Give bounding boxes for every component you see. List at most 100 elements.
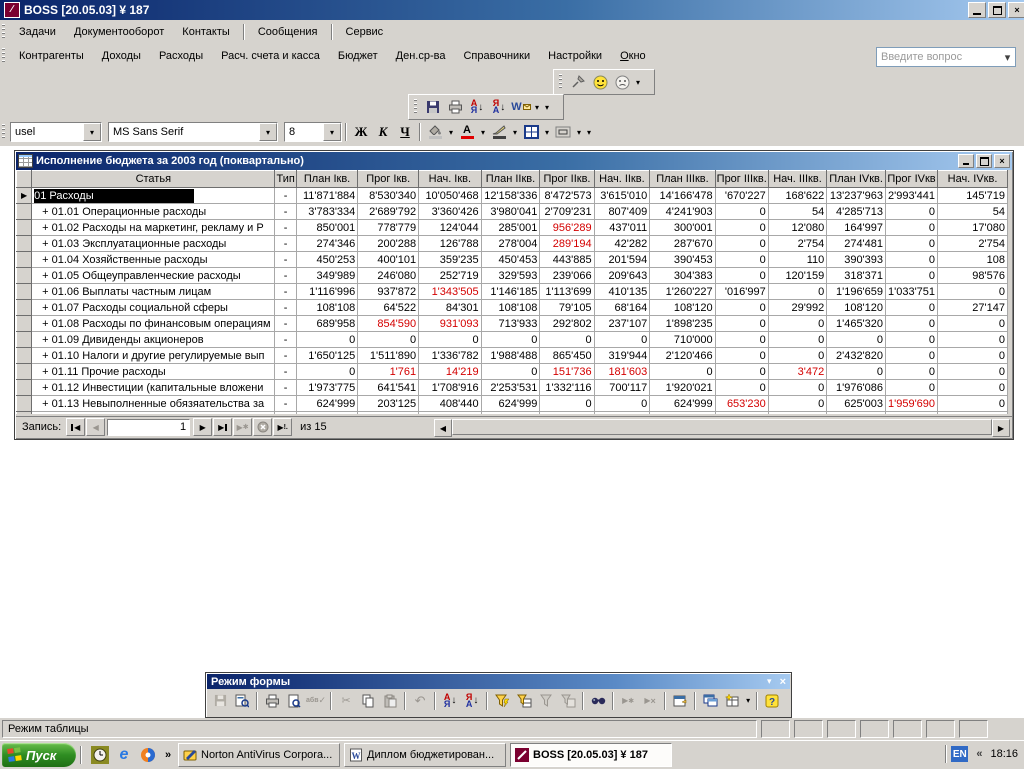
column-header[interactable]: Прог IIIкв.	[715, 171, 768, 188]
cell-value[interactable]: 0	[715, 268, 768, 284]
cell-value[interactable]: 54	[938, 204, 1008, 220]
print-icon[interactable]	[445, 97, 465, 117]
cell-value[interactable]: 2'993'441	[886, 188, 938, 204]
cell-value[interactable]: 3'980'041	[481, 204, 540, 220]
line-color-button[interactable]	[489, 122, 509, 142]
cell-value[interactable]: 713'933	[481, 316, 540, 332]
cell-value[interactable]: 0	[886, 316, 938, 332]
cell-type[interactable]: -	[275, 204, 296, 220]
cell-value[interactable]: 0	[886, 300, 938, 316]
row-selector[interactable]	[17, 236, 32, 252]
cell-value[interactable]: 0	[715, 236, 768, 252]
row-selector[interactable]	[17, 364, 32, 380]
cancel-record-icon[interactable]	[253, 418, 272, 436]
cell-statya[interactable]: + 01.11 Прочие расходы	[32, 364, 275, 380]
cell-value[interactable]: 0	[481, 332, 540, 348]
column-header[interactable]: Прог IIкв.	[540, 171, 594, 188]
cell-value[interactable]: 0	[886, 220, 938, 236]
cell-type[interactable]: -	[275, 332, 296, 348]
cell-value[interactable]: 2'754	[938, 236, 1008, 252]
cell-value[interactable]: 181'603	[594, 364, 650, 380]
cell-type[interactable]: -	[275, 396, 296, 412]
cell-value[interactable]: 1'973'775	[296, 380, 358, 396]
cell-statya[interactable]: + 01.01 Операционные расходы	[32, 204, 275, 220]
goto-record-button[interactable]: ▶!.	[273, 418, 292, 436]
form-maximize-button[interactable]	[976, 154, 992, 168]
quicklaunch-clock-icon[interactable]	[90, 745, 110, 765]
cell-value[interactable]: 0	[715, 204, 768, 220]
cell-value[interactable]: 0	[938, 316, 1008, 332]
cell-value[interactable]: 624'999	[296, 396, 358, 412]
cell-value[interactable]: 246'080	[358, 268, 419, 284]
cell-value[interactable]: 126'788	[419, 236, 481, 252]
cell-value[interactable]: 0	[938, 364, 1008, 380]
cell-value[interactable]: 110	[768, 252, 827, 268]
column-header[interactable]: План IIIкв.	[650, 171, 715, 188]
cell-value[interactable]: 700'117	[594, 380, 650, 396]
cell-value[interactable]: 641'541	[358, 380, 419, 396]
taskbar-task-norton[interactable]: Norton AntiVirus Corpora...	[178, 743, 340, 767]
form-minimize-button[interactable]	[958, 154, 974, 168]
cell-value[interactable]: 278'004	[481, 236, 540, 252]
chevron-down-icon[interactable]: ▾	[743, 696, 753, 705]
cell-value[interactable]: 68'164	[594, 300, 650, 316]
column-header[interactable]: Нач. IIIкв.	[768, 171, 827, 188]
filter-by-selection-icon[interactable]	[492, 691, 512, 711]
menu-accounts-cash[interactable]: Расч. счета и касса	[212, 47, 329, 65]
cell-value[interactable]: 0	[886, 252, 938, 268]
underline-button[interactable]: Ч	[395, 122, 415, 142]
menu-service[interactable]: Сервис	[337, 23, 393, 41]
gridlines-button[interactable]	[521, 122, 541, 142]
new-record-button[interactable]: ▶✱	[233, 418, 252, 436]
cell-value[interactable]: 3'783'334	[296, 204, 358, 220]
cell-value[interactable]: 29'992	[768, 300, 827, 316]
cell-value[interactable]: 2'689'792	[358, 204, 419, 220]
cell-value[interactable]: 1'343'505	[419, 284, 481, 300]
cell-type[interactable]: -	[275, 236, 296, 252]
cell-value[interactable]: 8'617'979	[540, 412, 594, 415]
cell-value[interactable]: 0	[715, 252, 768, 268]
toolbar-options-icon[interactable]: ▾	[633, 78, 643, 87]
cell-value[interactable]: 1'196'659	[827, 284, 886, 300]
row-selector[interactable]	[17, 396, 32, 412]
cell-value[interactable]: 778'779	[358, 220, 419, 236]
cell-statya[interactable]: + 01.02 Расходы на маркетинг, рекламу и …	[32, 220, 275, 236]
chevron-down-icon[interactable]: ▾	[767, 676, 772, 687]
cell-value[interactable]: 4'241'903	[650, 204, 715, 220]
help-icon[interactable]: ?	[762, 691, 782, 711]
toolbar-close-icon[interactable]: ×	[780, 676, 786, 688]
cell-value[interactable]: 0	[768, 380, 827, 396]
cell-value[interactable]: 145'719	[938, 188, 1008, 204]
cell-value[interactable]: 2'709'231	[540, 204, 594, 220]
cell-value[interactable]: 0	[715, 220, 768, 236]
menu-incomes[interactable]: Доходы	[93, 47, 150, 65]
cell-value[interactable]: 0	[540, 396, 594, 412]
cell-value[interactable]: 108'120	[827, 300, 886, 316]
cell-type[interactable]: -	[275, 300, 296, 316]
menu-window[interactable]: Окно	[611, 47, 655, 65]
print-icon[interactable]	[262, 691, 282, 711]
chevron-down-icon[interactable]: ▾	[323, 123, 341, 141]
cell-type[interactable]: -	[275, 316, 296, 332]
cell-value[interactable]: 1'146'185	[481, 284, 540, 300]
cell-value[interactable]: 437'011	[594, 220, 650, 236]
cell-value[interactable]: 1'920'021	[650, 380, 715, 396]
cell-value[interactable]: 0	[715, 332, 768, 348]
cell-value[interactable]: 854'590	[358, 316, 419, 332]
select-all-corner[interactable]	[17, 171, 32, 188]
close-button[interactable]: ×	[1008, 2, 1024, 18]
apply-filter-icon[interactable]	[536, 691, 556, 711]
menu-contacts[interactable]: Контакты	[173, 23, 239, 41]
cell-value[interactable]: 0	[886, 364, 938, 380]
cell-value[interactable]: 239'066	[540, 268, 594, 284]
chevron-down-icon[interactable]: ▾	[83, 123, 101, 141]
cell-value[interactable]: 349'989	[296, 268, 358, 284]
column-header[interactable]: Статья	[32, 171, 275, 188]
row-selector[interactable]	[17, 284, 32, 300]
delete-record-icon[interactable]: ▶×	[640, 691, 660, 711]
cell-value[interactable]: 0	[715, 380, 768, 396]
minimize-button[interactable]	[968, 2, 986, 18]
row-selector[interactable]	[17, 204, 32, 220]
cell-value[interactable]: 0	[768, 396, 827, 412]
cell-value[interactable]: 3'615'010	[594, 188, 650, 204]
